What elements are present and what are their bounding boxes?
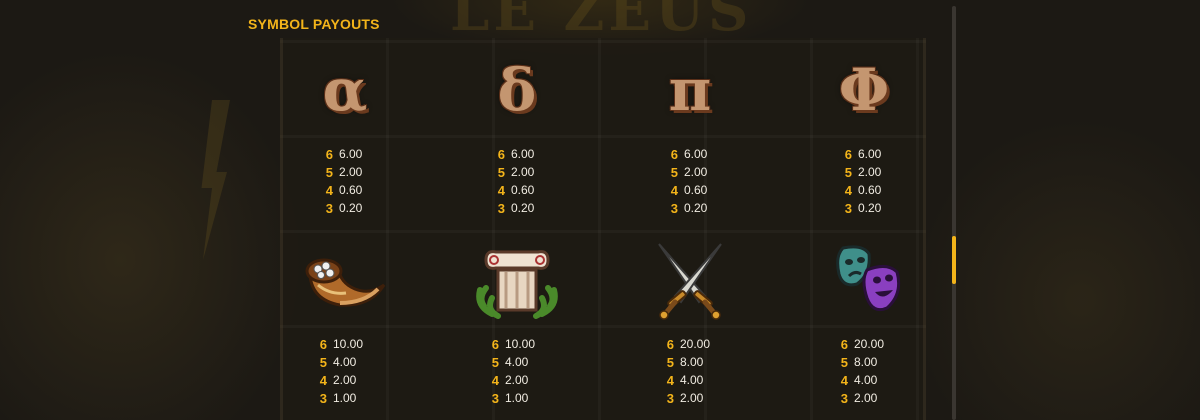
payout-row: 4 0.60 [325,182,363,198]
payout-list: 6 6.00 5 2.00 4 0.60 3 0.20 [842,145,982,217]
payout-row: 6 6.00 [325,146,363,162]
horn-icon [275,240,415,320]
payout-row: 5 4.00 [491,354,529,370]
payout-row: 5 4.00 [319,354,357,370]
payout-list: 6 6.00 5 2.00 4 0.60 3 0.20 [495,145,635,217]
scrollbar-thumb[interactable] [952,236,956,284]
payout-list: 6 10.00 5 4.00 4 2.00 3 1.00 [317,335,457,407]
payout-row: 4 0.60 [670,182,708,198]
delta-symbol-icon: δ [497,56,537,124]
payout-row: 3 2.00 [840,390,878,406]
payout-row: 3 0.20 [670,200,708,216]
payout-row: 4 0.60 [844,182,882,198]
payout-list: 6 20.00 5 8.00 4 4.00 3 2.00 [664,335,804,407]
payout-row: 6 20.00 [840,336,885,352]
payout-row: 4 4.00 [666,372,704,388]
payout-row: 6 10.00 [491,336,536,352]
column-laurel-icon [447,240,587,320]
payout-list: 6 6.00 5 2.00 4 0.60 3 0.20 [323,145,463,217]
payout-row: 3 1.00 [491,390,529,406]
payout-row: 5 2.00 [670,164,708,180]
payout-list: 6 10.00 5 4.00 4 2.00 3 1.00 [489,335,629,407]
payout-row: 5 8.00 [666,354,704,370]
payout-row: 6 10.00 [319,336,364,352]
payout-row: 6 6.00 [670,146,708,162]
payout-list: 6 20.00 5 8.00 4 4.00 3 2.00 [838,335,978,407]
theatre-masks-icon [794,240,934,320]
payout-row: 3 1.00 [319,390,357,406]
payout-row: 3 2.00 [666,390,704,406]
section-title: SYMBOL PAYOUTS [248,16,380,32]
payout-row: 5 8.00 [840,354,878,370]
payout-row: 4 2.00 [319,372,357,388]
payout-row: 3 0.20 [325,200,363,216]
payout-row: 5 2.00 [325,164,363,180]
alpha-symbol-icon: α [322,56,368,124]
payout-row: 4 2.00 [491,372,529,388]
payout-row: 5 2.00 [497,164,535,180]
payout-row: 4 0.60 [497,182,535,198]
payout-row: 3 0.20 [844,200,882,216]
payout-row: 6 20.00 [666,336,711,352]
pi-symbol-icon: π [668,56,712,124]
payout-row: 3 0.20 [497,200,535,216]
payout-list: 6 6.00 5 2.00 4 0.60 3 0.20 [668,145,808,217]
payout-row: 6 6.00 [844,146,882,162]
crossed-swords-icon [620,240,760,320]
payout-row: 4 4.00 [840,372,878,388]
phi-symbol-icon: Φ [838,56,890,124]
payout-row: 6 6.00 [497,146,535,162]
payout-row: 5 2.00 [844,164,882,180]
